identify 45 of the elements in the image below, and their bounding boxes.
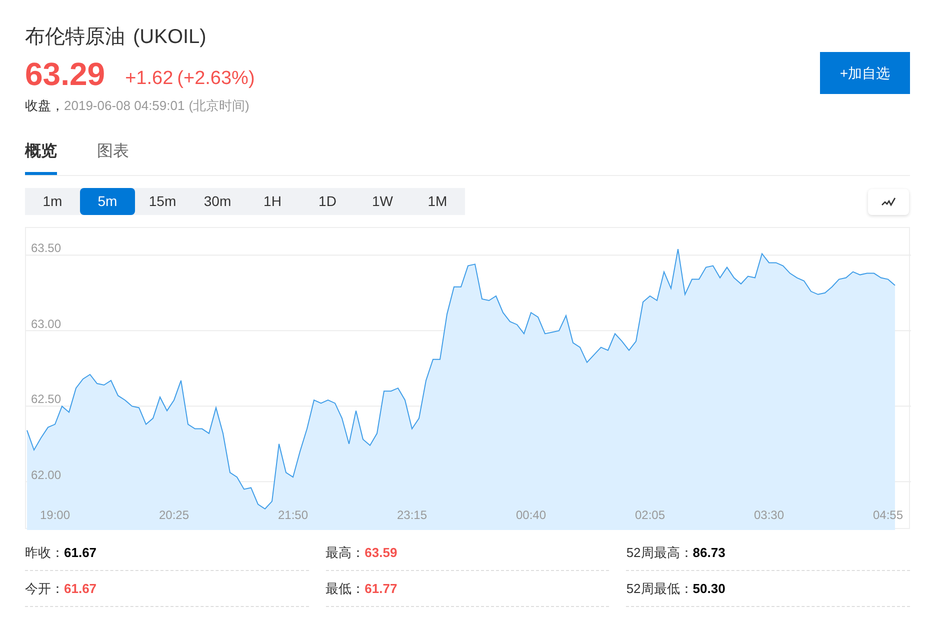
interval-button[interactable]: 1D <box>300 188 355 215</box>
interval-button[interactable]: 1M <box>410 188 465 215</box>
interval-button[interactable]: 15m <box>135 188 190 215</box>
stat-label: 52周最高： <box>626 544 693 562</box>
y-axis-label: 63.00 <box>31 318 62 330</box>
stat-label: 最低： <box>326 580 365 598</box>
stat-label: 52周最低： <box>626 580 693 598</box>
x-axis-label: 02:05 <box>634 509 666 521</box>
percent-change: (+2.63%) <box>177 67 255 91</box>
x-axis-label: 03:30 <box>754 509 784 521</box>
line-chart-toggle[interactable] <box>868 188 909 214</box>
stat-value: 86.73 <box>692 544 726 562</box>
interval-button[interactable]: 1W <box>355 188 410 215</box>
x-axis-label: 00:40 <box>516 509 546 521</box>
stat-label: 今开： <box>25 580 64 598</box>
x-axis-label: 23:15 <box>396 509 428 521</box>
interval-button[interactable]: 5m <box>80 188 135 215</box>
price-change: +1.62 <box>125 67 174 91</box>
stat-value: 61.77 <box>364 580 398 598</box>
stat-value: 50.30 <box>692 580 726 598</box>
stat-value: 61.67 <box>64 544 97 562</box>
interval-button[interactable]: 30m <box>190 188 245 215</box>
add-watchlist-button[interactable]: +加自选 <box>820 52 910 94</box>
x-axis-label: 20:25 <box>158 509 190 521</box>
tab[interactable]: 图表 <box>97 140 129 175</box>
y-axis-label: 62.00 <box>31 468 62 481</box>
interval-button[interactable]: 1H <box>245 188 300 215</box>
stat-label: 昨收： <box>25 544 64 562</box>
stat-value: 61.67 <box>64 580 97 598</box>
line-chart-icon <box>881 196 896 206</box>
instrument-symbol: (UKOIL) <box>133 25 206 50</box>
last-price: 63.29 <box>25 56 106 92</box>
y-axis-label: 62.50 <box>31 393 62 406</box>
stat-label: 最高： <box>326 544 365 562</box>
stat-value: 63.59 <box>364 544 398 562</box>
quote-time: 2019-06-08 04:59:01 <box>64 97 185 115</box>
interval-button[interactable]: 1m <box>25 188 80 215</box>
tab[interactable]: 概览 <box>25 140 57 175</box>
market-status: 收盘， <box>25 97 64 115</box>
x-axis-label: 04:55 <box>872 509 904 521</box>
timezone-label: (北京时间) <box>188 97 250 115</box>
x-axis-label: 19:00 <box>40 509 70 521</box>
x-axis-label: 21:50 <box>278 509 308 521</box>
y-axis-label: 63.50 <box>31 242 62 254</box>
instrument-name: 布伦特原油 <box>25 25 125 50</box>
